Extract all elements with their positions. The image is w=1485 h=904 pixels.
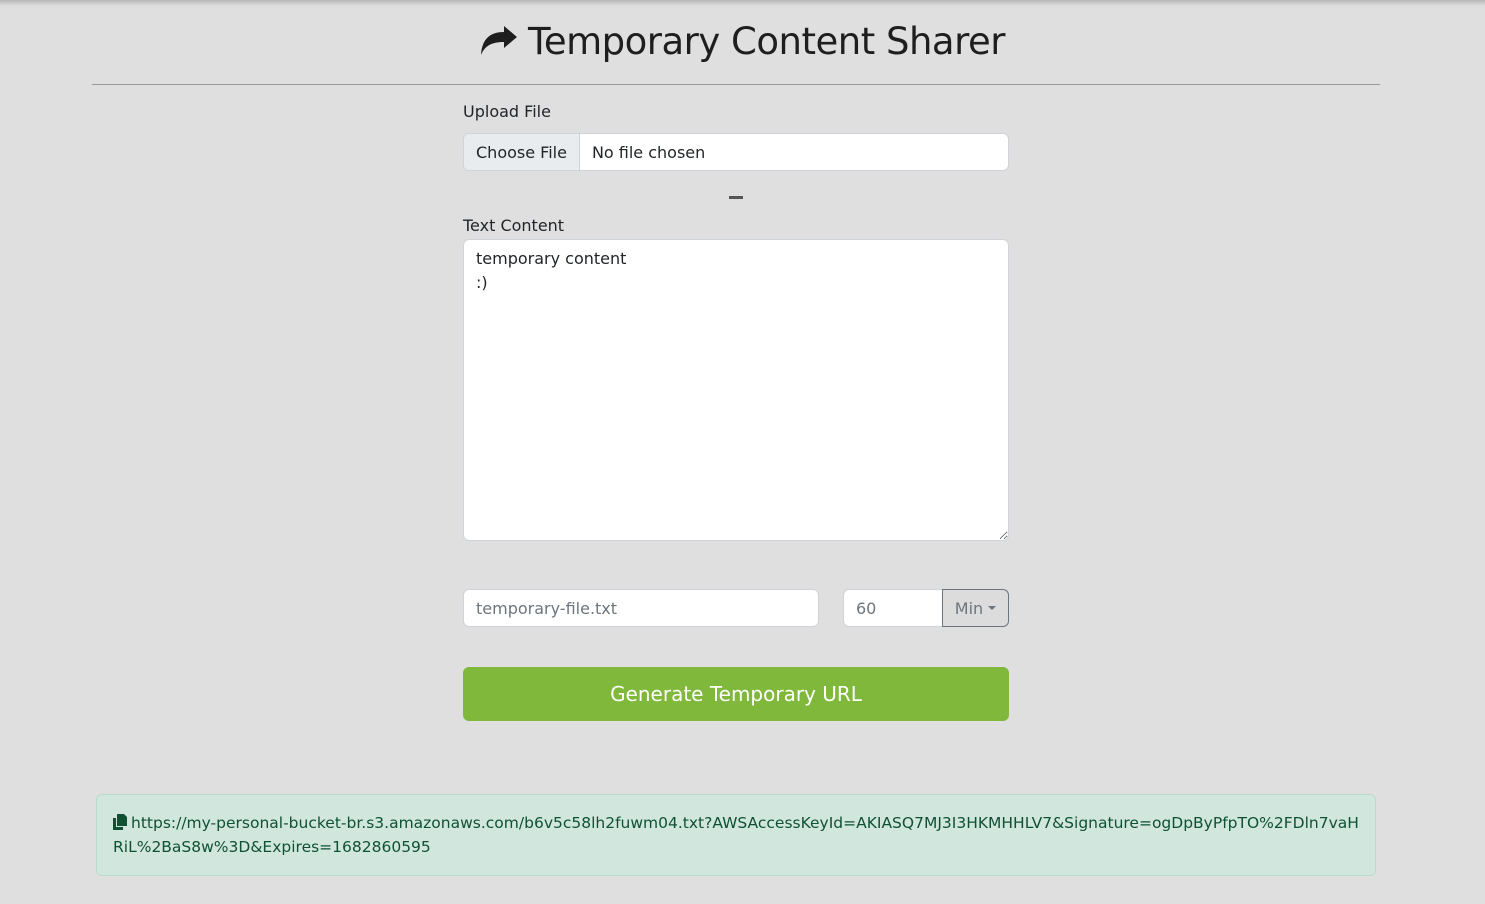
copy-icon[interactable] [113,814,127,830]
filename-input[interactable] [463,589,819,627]
header-divider [92,84,1380,85]
temporary-url-link[interactable]: https://my-personal-bucket-br.s3.amazona… [113,814,1359,856]
page-header: Temporary Content Sharer [0,16,1485,66]
page-title: Temporary Content Sharer [528,19,1005,63]
top-shadow [0,0,1485,6]
duration-unit-dropdown[interactable]: Min [942,589,1009,627]
file-upload-input[interactable]: Choose File No file chosen [463,133,1009,171]
result-alert: https://my-personal-bucket-br.s3.amazona… [96,794,1376,876]
duration-input[interactable] [843,589,943,627]
upload-file-label: Upload File [463,102,551,121]
duration-unit-label: Min [954,598,984,618]
or-separator [729,196,743,199]
text-content-textarea[interactable]: temporary content :) [463,239,1009,541]
choose-file-button[interactable]: Choose File [464,134,580,170]
generate-url-button[interactable]: Generate Temporary URL [463,667,1009,721]
file-status-text: No file chosen [591,142,706,162]
text-content-label: Text Content [463,216,565,235]
caret-down-icon [988,606,997,610]
share-arrow-icon [481,26,518,55]
